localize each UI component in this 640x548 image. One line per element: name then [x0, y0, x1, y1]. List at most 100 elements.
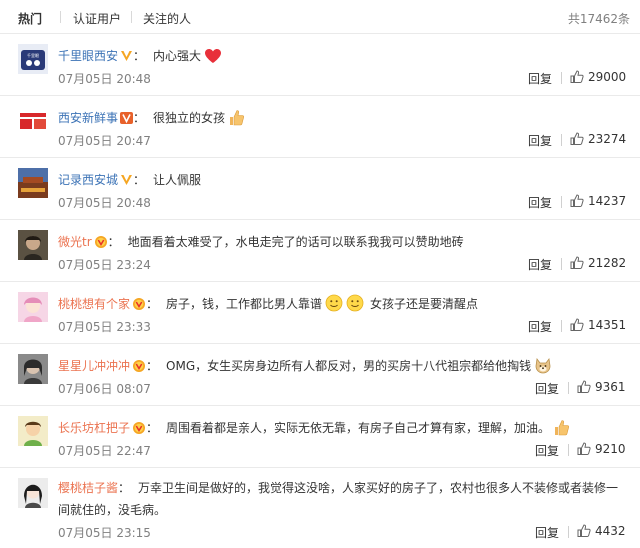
- action-divider: [561, 258, 562, 270]
- tab-divider: [131, 11, 132, 23]
- tab-verified-users[interactable]: 认证用户: [73, 10, 121, 27]
- action-divider: [561, 320, 562, 332]
- username-link[interactable]: 星星儿冲冲冲: [58, 359, 130, 373]
- comment-text-continued: 女孩子还是要清醒点: [370, 297, 479, 311]
- like-count: 21282: [588, 256, 627, 270]
- vip-icon: [94, 234, 108, 255]
- username-link[interactable]: 樱桃桔子酱: [58, 481, 118, 495]
- avatar[interactable]: [18, 292, 48, 322]
- thumbs-up-icon: [577, 524, 591, 537]
- avatar[interactable]: [18, 478, 48, 508]
- comment-text: 万幸卫生间是做好的，我觉得这没啥，人家买好的房子了，农村也很多人不装修或者装修一…: [58, 481, 619, 517]
- comment-body: 记录西安城：让人佩服: [58, 170, 628, 193]
- thumbs-up-icon: [577, 442, 591, 455]
- like-count: 14237: [588, 194, 627, 208]
- thumbs-up-icon: [570, 256, 584, 269]
- comment-timestamp: 07月05日 23:24: [58, 258, 151, 272]
- like-count: 23274: [588, 132, 627, 146]
- comment-timestamp: 07月06日 08:07: [58, 382, 151, 396]
- action-divider: [568, 444, 569, 456]
- action-divider: [561, 134, 562, 146]
- comment-body: 西安新鲜事：很独立的女孩: [58, 108, 628, 133]
- tab-hot[interactable]: 热门: [18, 10, 42, 27]
- comment-item: 樱桃桔子酱： 万幸卫生间是做好的，我觉得这没啥，人家买好的房子了，农村也很多人不装…: [0, 468, 640, 548]
- comment-text: 很独立的女孩: [153, 111, 226, 125]
- username-link[interactable]: 桃桃想有个家: [58, 297, 130, 311]
- like-count: 4432: [595, 524, 626, 538]
- doge-emoji-icon: [534, 356, 552, 381]
- thumbs-up-emoji-icon: [553, 419, 570, 443]
- username-link[interactable]: 千里眼西安: [58, 49, 118, 63]
- thumbs-up-icon: [570, 132, 584, 145]
- avatar[interactable]: [18, 354, 48, 384]
- smile-emoji-icon: [346, 294, 364, 319]
- comment-filter-tabs: 热门 认证用户 关注的人 共17462条: [0, 0, 640, 34]
- like-button[interactable]: 14237: [570, 194, 626, 208]
- comment-timestamp: 07月05日 23:15: [58, 526, 151, 540]
- reply-button[interactable]: 回复: [528, 132, 552, 149]
- comment-item: 星星儿冲冲冲： OMG，女生买房身边所有人都反对，男的买房十八代祖宗都给他掏钱 0…: [0, 344, 640, 406]
- comment-item: 西安新鲜事：很独立的女孩 07月05日 20:47 回复 23274: [0, 96, 640, 158]
- smile-emoji-icon: [325, 294, 343, 319]
- thumbs-up-emoji-icon: [228, 109, 245, 133]
- comment-body: 微光tr：地面看着太难受了，水电走完了的话可以联系我我可以赞助地砖: [58, 232, 628, 255]
- thumbs-up-icon: [570, 70, 584, 83]
- comment-timestamp: 07月05日 22:47: [58, 444, 151, 458]
- tab-following[interactable]: 关注的人: [143, 10, 191, 27]
- like-button[interactable]: 4432: [577, 524, 626, 538]
- reply-button[interactable]: 回复: [535, 380, 559, 397]
- action-divider: [561, 72, 562, 84]
- avatar[interactable]: [18, 416, 48, 446]
- comment-timestamp: 07月05日 20:47: [58, 134, 151, 148]
- comment-body: 长乐坊杠把子：周围看着都是亲人，实际无依无靠，有房子自己才算有家，理解，加油。: [58, 418, 628, 443]
- username-link[interactable]: 西安新鲜事: [58, 111, 118, 125]
- comment-item: 桃桃想有个家：房子，钱，工作都比男人靠谱 女孩子还是要清醒点 07月05日 23:…: [0, 282, 640, 344]
- heart-emoji-icon: [204, 48, 222, 71]
- vip-icon: [132, 420, 146, 441]
- avatar[interactable]: [18, 230, 48, 260]
- avatar[interactable]: [18, 106, 48, 136]
- comment-text: 房子，钱，工作都比男人靠谱: [166, 297, 323, 311]
- like-button[interactable]: 9361: [577, 380, 626, 394]
- reply-button[interactable]: 回复: [528, 194, 552, 211]
- like-button[interactable]: 14351: [570, 318, 626, 332]
- comment-timestamp: 07月05日 23:33: [58, 320, 151, 334]
- comment-item: 长乐坊杠把子：周围看着都是亲人，实际无依无靠，有房子自己才算有家，理解，加油。 …: [0, 406, 640, 468]
- comment-text: 内心强大: [153, 49, 202, 63]
- thumbs-up-icon: [570, 194, 584, 207]
- like-button[interactable]: 21282: [570, 256, 626, 270]
- like-button[interactable]: 29000: [570, 70, 626, 84]
- action-divider: [568, 526, 569, 538]
- like-count: 9210: [595, 442, 626, 456]
- yellow-v-icon: [120, 48, 133, 69]
- comment-item: 微光tr：地面看着太难受了，水电走完了的话可以联系我我可以赞助地砖 07月05日…: [0, 220, 640, 282]
- like-count: 9361: [595, 380, 626, 394]
- reply-button[interactable]: 回复: [528, 256, 552, 273]
- username-link[interactable]: 记录西安城: [58, 173, 118, 187]
- action-divider: [561, 196, 562, 208]
- action-divider: [568, 382, 569, 394]
- like-count: 14351: [588, 318, 627, 332]
- vip-icon: [132, 296, 146, 317]
- username-link[interactable]: 微光tr: [58, 235, 92, 249]
- comment-text: 周围看着都是亲人，实际无依无靠，有房子自己才算有家，理解，加油。: [166, 421, 551, 435]
- reply-button[interactable]: 回复: [535, 524, 559, 541]
- reply-button[interactable]: 回复: [528, 70, 552, 87]
- comment-text: OMG，女生买房身边所有人都反对，男的买房十八代祖宗都给他掏钱: [166, 359, 532, 373]
- avatar[interactable]: 千里眼: [18, 44, 48, 74]
- reply-button[interactable]: 回复: [535, 442, 559, 459]
- comment-timestamp: 07月05日 20:48: [58, 72, 151, 86]
- like-button[interactable]: 23274: [570, 132, 626, 146]
- comment-item: 千里眼 千里眼西安：内心强大 07月05日 20:48 回复 29000: [0, 34, 640, 96]
- comment-timestamp: 07月05日 20:48: [58, 196, 151, 210]
- like-button[interactable]: 9210: [577, 442, 626, 456]
- reply-button[interactable]: 回复: [528, 318, 552, 335]
- thumbs-up-icon: [570, 318, 584, 331]
- comment-body: 千里眼西安：内心强大: [58, 46, 628, 71]
- comment-body: 桃桃想有个家：房子，钱，工作都比男人靠谱 女孩子还是要清醒点: [58, 294, 628, 319]
- comment-item: 记录西安城：让人佩服 07月05日 20:48 回复 14237: [0, 158, 640, 220]
- svg-text:千里眼: 千里眼: [27, 52, 39, 58]
- avatar[interactable]: [18, 168, 48, 198]
- comment-total-count: 共17462条: [567, 12, 630, 26]
- username-link[interactable]: 长乐坊杠把子: [58, 421, 130, 435]
